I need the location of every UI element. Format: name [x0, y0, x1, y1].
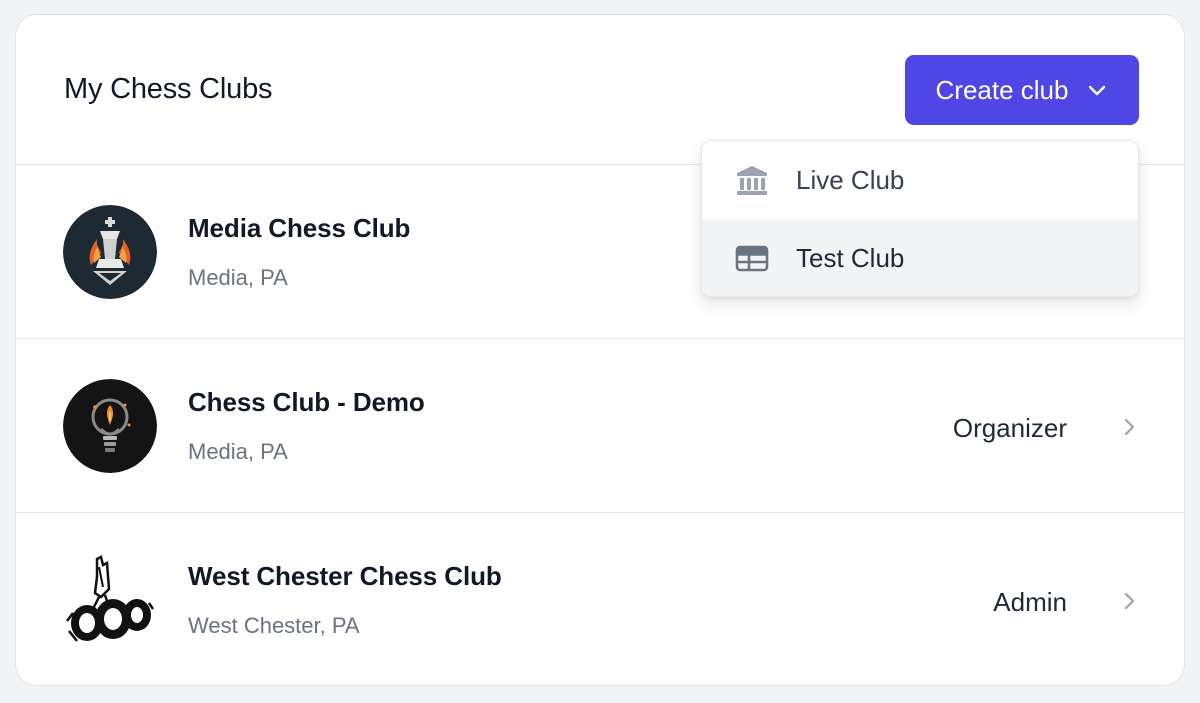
- create-club-dropdown: Live Club Test Club: [701, 140, 1139, 297]
- menu-item-test-club[interactable]: Test Club: [702, 219, 1138, 296]
- building-library-icon: [735, 163, 769, 197]
- club-location: Media, PA: [188, 265, 288, 290]
- club-name: Media Chess Club: [188, 213, 411, 243]
- menu-item-live-club[interactable]: Live Club: [702, 141, 1138, 219]
- club-avatar-lightbulb: [63, 379, 157, 473]
- table-icon: [735, 241, 769, 275]
- menu-item-label: Test Club: [796, 242, 905, 273]
- page-title: My Chess Clubs: [64, 73, 273, 105]
- create-club-label: Create club: [935, 74, 1069, 105]
- club-name: Chess Club - Demo: [188, 387, 425, 417]
- chevron-right-icon: [1118, 416, 1140, 438]
- club-row[interactable]: West Chester Chess Club West Chester, PA…: [16, 513, 1184, 687]
- chevron-down-icon: [1086, 79, 1108, 101]
- clubs-card: My Chess Clubs Create club Media Chess C…: [15, 14, 1185, 686]
- chevron-right-icon: [1118, 590, 1140, 612]
- create-club-button[interactable]: Create club: [905, 55, 1139, 125]
- club-location: West Chester, PA: [188, 613, 360, 638]
- club-location: Media, PA: [188, 439, 288, 464]
- menu-item-label: Live Club: [796, 164, 905, 195]
- club-name: West Chester Chess Club: [188, 561, 502, 591]
- club-role: Admin: [993, 587, 1067, 617]
- club-row[interactable]: Chess Club - Demo Media, PA Organizer: [16, 339, 1184, 513]
- club-avatar-flaming-king: [63, 205, 157, 299]
- club-avatar-knight-sketch: [63, 553, 157, 647]
- club-role: Organizer: [952, 413, 1067, 443]
